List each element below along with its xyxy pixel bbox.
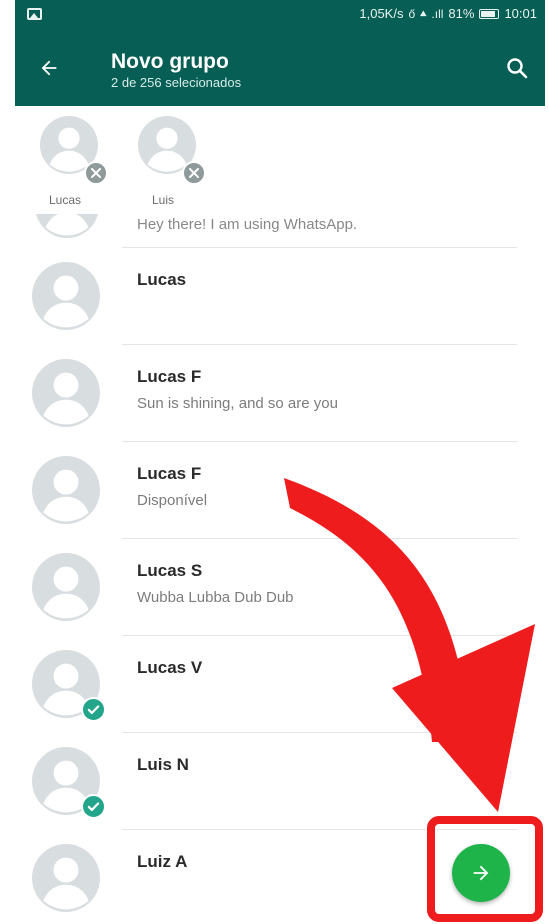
contact-row[interactable]: Lucas S Wubba Lubba Dub Dub [15,539,545,636]
avatar [32,747,106,819]
app-frame: 1,05K/s ő ⯅ .ıll 81% 10:01 Novo grupo 2 … [15,0,545,924]
check-icon [87,802,100,812]
contact-name: Lucas F [137,464,202,483]
next-button[interactable] [452,844,510,902]
selected-chip-lucas[interactable]: Lucas [20,116,110,208]
avatar [32,650,106,722]
signal-icons: ő ⯅ .ıll [408,6,444,21]
remove-chip-button[interactable] [84,161,108,185]
selected-check-badge [81,697,106,722]
avatar [32,844,100,912]
avatar-placeholder-icon [32,262,100,330]
contact-name: Luis N [137,755,189,774]
search-button[interactable] [499,50,535,86]
contact-row[interactable]: Lucas [15,248,545,345]
contact-row-selected[interactable]: Lucas V [15,636,545,733]
search-icon [507,58,528,79]
contact-status: Sun is shining, and so are you [137,395,338,412]
contact-status: Disponível [137,492,208,509]
network-speed: 1,05K/s [359,6,404,21]
arrow-right-icon [473,865,489,881]
close-icon [189,168,199,178]
avatar-placeholder-icon [32,359,100,427]
avatar-placeholder-icon [32,456,100,524]
title-block: Novo grupo 2 de 256 selecionados [111,50,241,92]
avatar-placeholder-icon [32,553,100,621]
close-icon [91,168,101,178]
battery-percent: 81% [448,6,475,21]
scrollbar-thumb[interactable] [521,636,525,676]
chip-label: Luis [151,193,174,207]
clock: 10:01 [504,6,537,21]
back-button[interactable] [29,48,69,88]
arrow-left-icon [41,60,57,76]
contact-name: Luiz A [137,852,188,871]
contact-name: Lucas F [137,367,202,386]
contact-row[interactable]: Lucas F Disponível [15,442,545,539]
status-bar: 1,05K/s ő ⯅ .ıll 81% 10:01 [15,0,545,28]
selected-check-badge [81,794,106,819]
contact-name: Lucas S [137,561,203,580]
contact-status: Wubba Lubba Dub Dub [137,589,294,606]
check-icon [87,705,100,715]
status-indicators: 1,05K/s ő ⯅ .ıll 81% 10:01 [359,6,537,21]
contact-name: Lucas V [137,658,203,677]
avatar [32,262,100,330]
avatar [32,359,100,427]
selected-contacts-strip: Lucas Luis [15,106,545,214]
list-item[interactable]: Hey there! I am using WhatsApp. [15,214,545,248]
avatar [32,553,100,621]
avatar-placeholder-icon [32,844,100,912]
contact-status: Hey there! I am using WhatsApp. [137,216,358,233]
chip-label: Lucas [48,193,82,207]
battery-icon [479,8,500,19]
contact-name: Lucas [137,270,187,289]
avatar-placeholder-icon [36,214,98,238]
app-bar: Novo grupo 2 de 256 selecionados [15,28,545,106]
contact-row[interactable]: Lucas F Sun is shining, and so are you [15,345,545,442]
selected-chip-luis[interactable]: Luis [118,116,208,208]
remove-chip-button[interactable] [182,161,206,185]
gallery-notification-icon [27,8,42,20]
avatar [32,456,100,524]
selection-count: 2 de 256 selecionados [111,75,242,90]
page-title: Novo grupo [111,50,229,73]
